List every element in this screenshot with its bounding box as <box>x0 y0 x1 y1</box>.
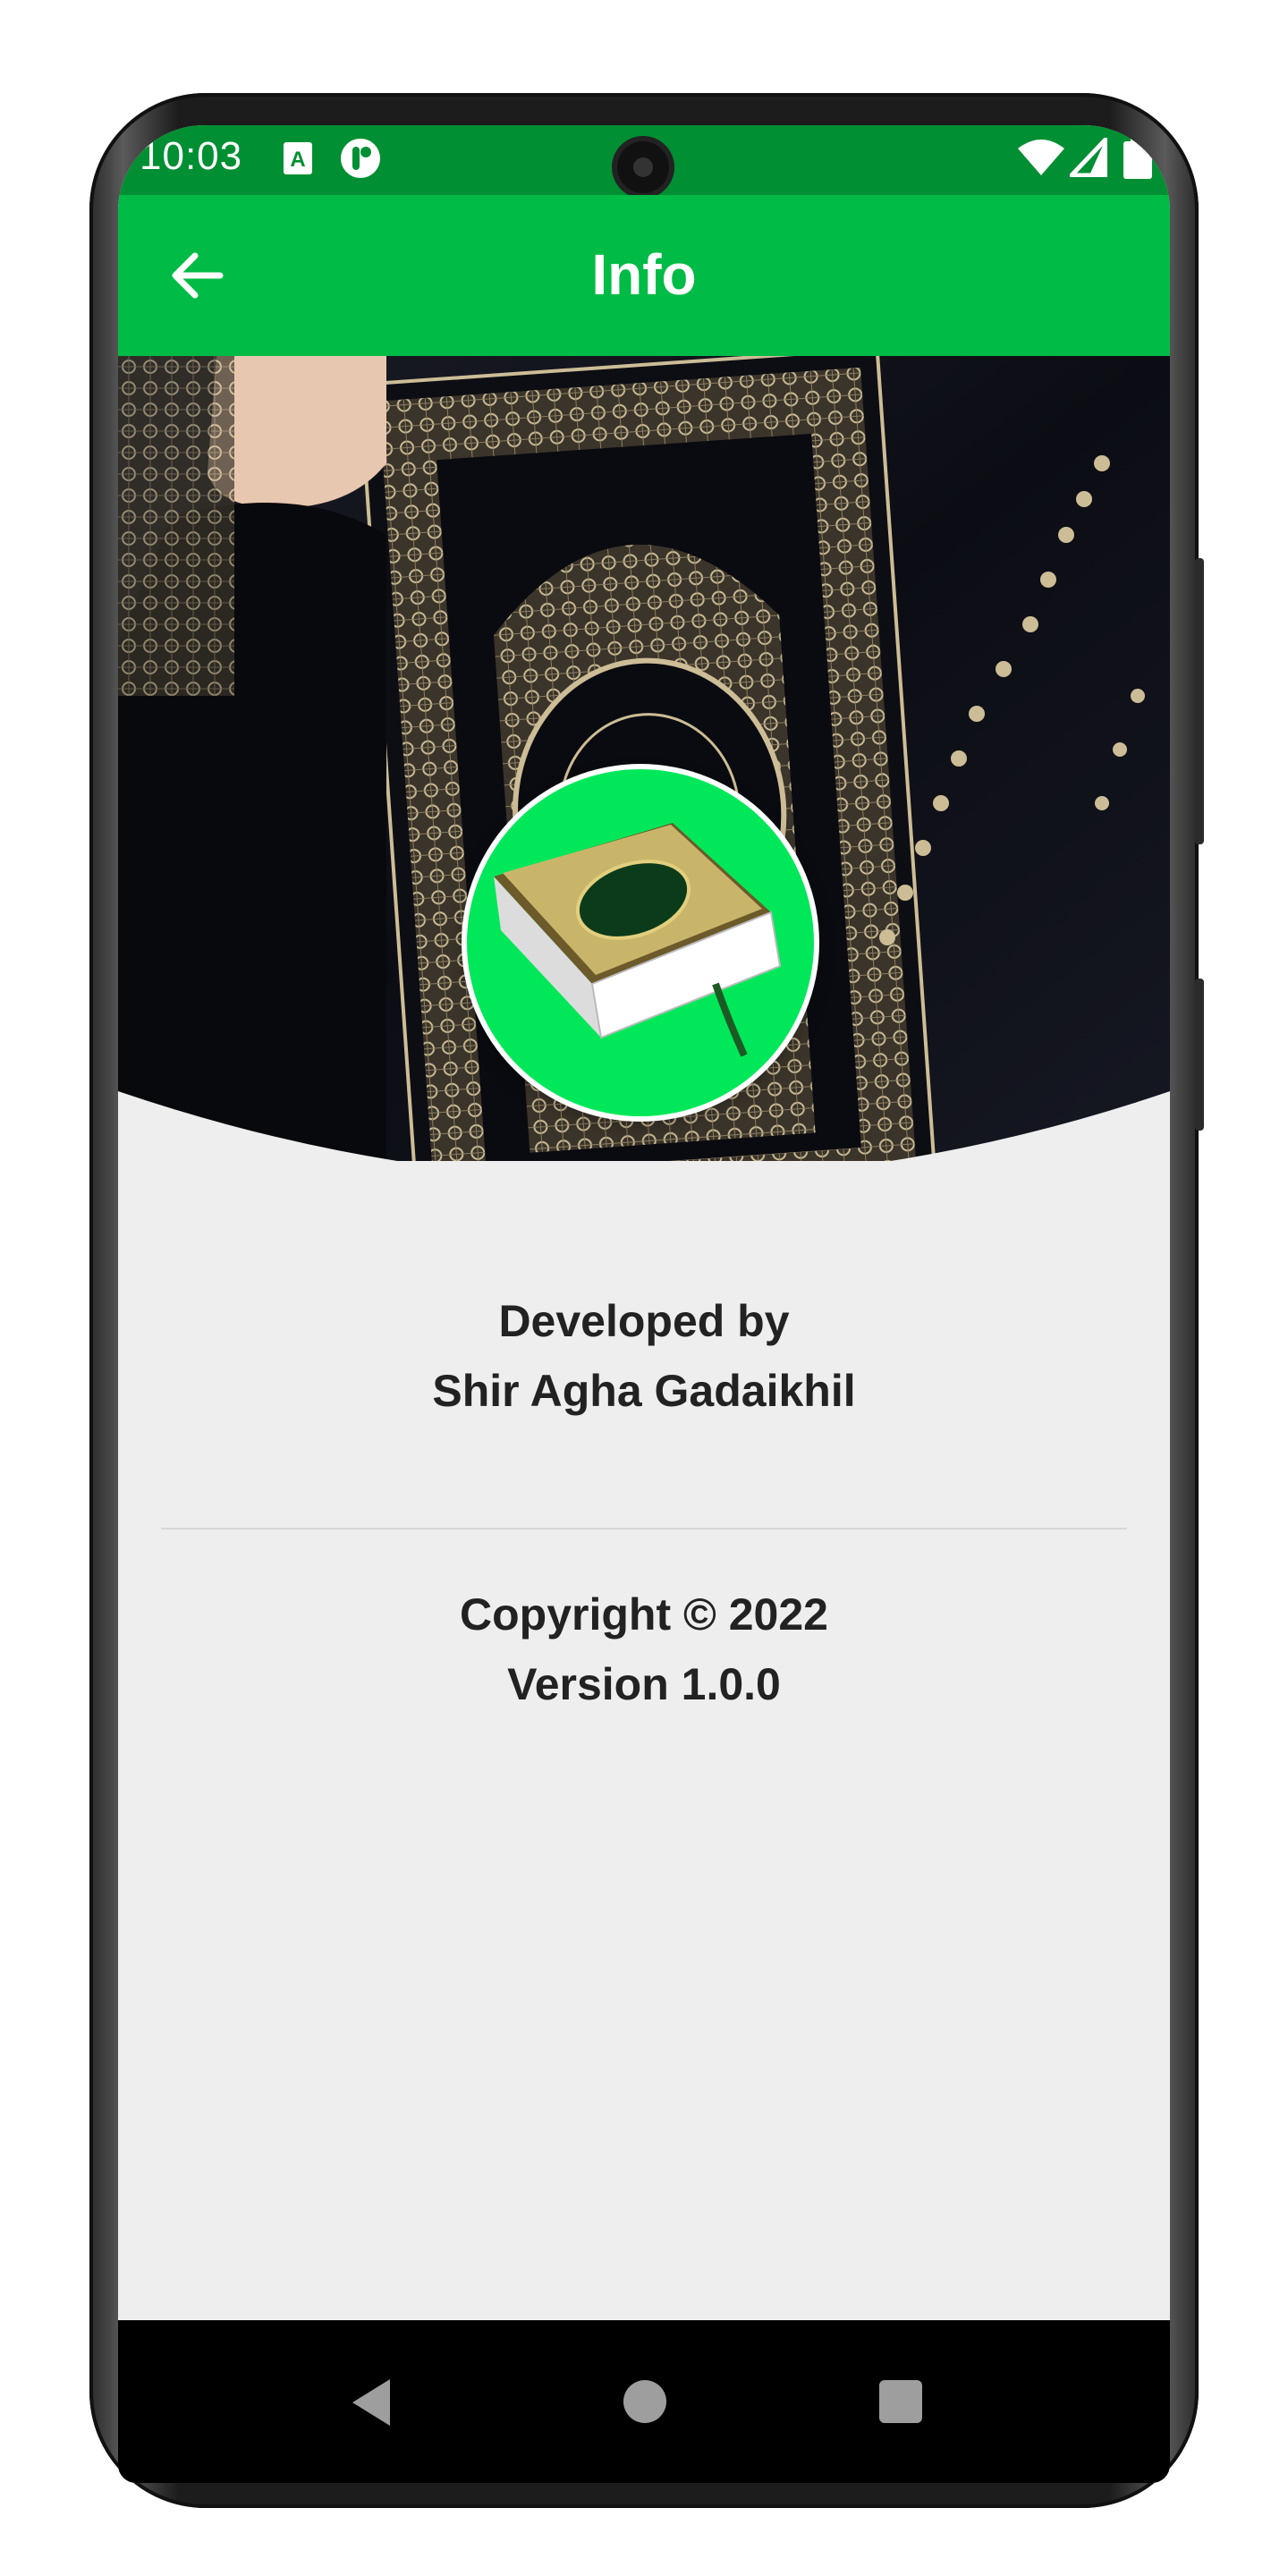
keyboard-a-icon: A <box>283 141 313 187</box>
app-bar: Info <box>118 195 1170 356</box>
version-info: Copyright © 2022 Version 1.0.0 <box>118 1580 1170 1719</box>
nav-back-icon[interactable] <box>351 2377 392 2432</box>
front-camera <box>617 141 669 193</box>
status-bar: 10:03 A <box>118 125 1170 195</box>
volume-button <box>1195 558 1204 844</box>
signal-icon <box>1066 133 1108 187</box>
status-time: 10:03 <box>140 134 243 178</box>
developer-info: Developed by Shir Agha Gadaikhil <box>118 1286 1170 1426</box>
nav-home-icon[interactable] <box>623 2379 667 2428</box>
divider <box>161 1528 1127 1530</box>
screen: 10:03 A Info Developed by Shir Agha Gada… <box>118 125 1170 2483</box>
developed-by-label: Developed by <box>498 1296 790 1346</box>
quran-logo <box>467 769 814 1116</box>
nav-recents-icon[interactable] <box>878 2379 923 2428</box>
page-title: Info <box>591 242 697 307</box>
battery-icon <box>1120 136 1156 189</box>
developer-name: Shir Agha Gadaikhil <box>432 1366 856 1416</box>
svg-text:A: A <box>290 148 305 172</box>
copyright-text: Copyright © 2022 <box>460 1589 828 1640</box>
navigation-bar <box>118 2320 1170 2483</box>
wifi-icon <box>1016 138 1066 187</box>
version-text: Version 1.0.0 <box>507 1659 781 1709</box>
app-notification-icon <box>340 138 381 189</box>
power-button <box>1195 979 1204 1131</box>
